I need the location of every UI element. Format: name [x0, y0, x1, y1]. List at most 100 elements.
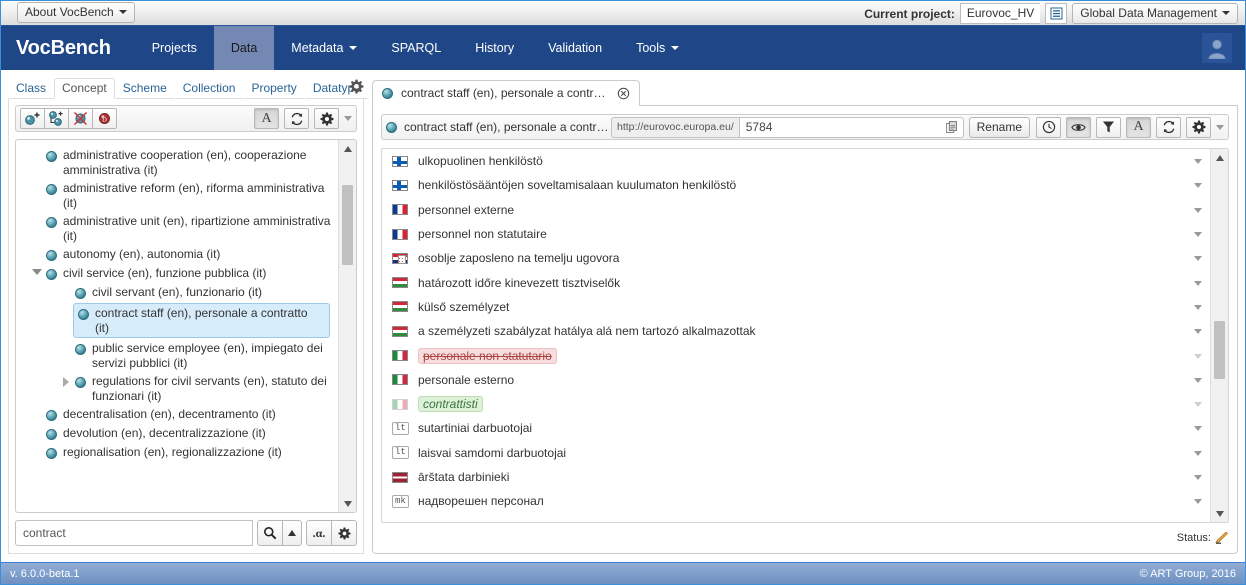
value-row[interactable]: mk надворешен персонал	[382, 489, 1210, 513]
show-labels-button[interactable]: A	[254, 108, 279, 129]
tree-node-selected[interactable]: contract staff (en), personale a contrat…	[16, 302, 334, 339]
value-row[interactable]: ārštata darbinieki	[382, 465, 1210, 489]
scroll-down-button[interactable]	[339, 495, 356, 512]
value-row-menu-caret-down-icon[interactable]	[1194, 232, 1202, 238]
tree-overflow-caret-down-icon[interactable]	[344, 116, 352, 121]
value-row-menu-caret-down-icon[interactable]	[1194, 183, 1202, 189]
refresh-button[interactable]	[1156, 116, 1181, 138]
tab-concept[interactable]: Concept	[54, 78, 115, 99]
value-row[interactable]: lt sutartiniai darbuotojai	[382, 416, 1210, 440]
global-data-management-button[interactable]: Global Data Management	[1072, 3, 1238, 24]
values-scrollbar[interactable]	[1210, 149, 1228, 522]
brand-logo[interactable]: VocBench	[0, 26, 135, 70]
resource-tab[interactable]: contract staff (en), personale a contr…	[372, 80, 640, 107]
search-button[interactable]	[257, 520, 283, 546]
value-row[interactable]: osoblje zaposleno na temelju ugovora	[382, 246, 1210, 270]
tree-node[interactable]: administrative unit (en), ripartizione a…	[16, 212, 338, 245]
value-row-deprecated[interactable]: personale non statutario	[382, 343, 1210, 367]
value-row-menu-caret-down-icon[interactable]	[1194, 159, 1202, 165]
value-row[interactable]: határozott időre kinevezett tisztviselők	[382, 270, 1210, 294]
value-row-menu-caret-down-icon[interactable]	[1194, 329, 1202, 335]
copy-uri-icon[interactable]	[945, 120, 958, 138]
tree-node[interactable]: regionalisation (en), regionalizzazione …	[16, 443, 338, 462]
advanced-search-toggle[interactable]	[282, 520, 302, 546]
resource-tabs: contract staff (en), personale a contr…	[372, 78, 1238, 107]
delete-concept-button[interactable]	[68, 108, 93, 129]
tree-node[interactable]: decentralisation (en), decentramento (it…	[16, 405, 338, 424]
scroll-down-button[interactable]	[1211, 505, 1228, 522]
value-row-proposed[interactable]: contrattisti	[382, 392, 1210, 416]
nav-item-history[interactable]: History	[458, 26, 531, 70]
nav-item-metadata[interactable]: Metadata	[274, 26, 374, 70]
value-row-menu-caret-down-icon[interactable]	[1194, 256, 1202, 262]
scrollbar-thumb[interactable]	[342, 185, 353, 265]
value-row[interactable]: ulkopuolinen henkilöstö	[382, 149, 1210, 173]
value-row-menu-caret-down-icon[interactable]	[1194, 280, 1202, 286]
value-row[interactable]: personnel externe	[382, 198, 1210, 222]
value-row[interactable]: lt laisvai samdomi darbuotojai	[382, 441, 1210, 465]
concept-sphere-icon	[44, 444, 58, 459]
tabs-settings-button[interactable]	[349, 79, 364, 97]
tree-settings-button[interactable]	[314, 108, 339, 129]
about-vocbench-button[interactable]: About VocBench	[17, 2, 135, 23]
tree-node[interactable]: administrative cooperation (en), coopera…	[16, 146, 338, 179]
scrollbar-thumb[interactable]	[1214, 321, 1225, 379]
tab-collection[interactable]: Collection	[174, 78, 244, 99]
search-input[interactable]	[15, 520, 253, 546]
value-row[interactable]: külső személyzet	[382, 295, 1210, 319]
project-picker-icon[interactable]	[1045, 3, 1068, 24]
tree-expand-toggle[interactable]	[30, 265, 44, 275]
resource-tab-close-button[interactable]	[617, 87, 630, 100]
nav-item-data[interactable]: Data	[213, 26, 275, 70]
filter-button[interactable]	[1096, 116, 1121, 138]
tree-node[interactable]: civil service (en), funzione pubblica (i…	[16, 264, 338, 283]
value-row-menu-caret-down-icon[interactable]	[1194, 353, 1202, 359]
rename-button[interactable]: Rename	[968, 116, 1030, 138]
uri-local-name[interactable]: 5784	[738, 116, 964, 138]
tree-expand-toggle[interactable]	[59, 373, 73, 387]
nav-item-validation[interactable]: Validation	[531, 26, 619, 70]
tree-node[interactable]: public service employee (en), impiegato …	[16, 339, 338, 372]
tab-property[interactable]: Property	[243, 78, 305, 99]
value-row[interactable]: personnel non statutaire	[382, 222, 1210, 246]
value-row-menu-caret-down-icon[interactable]	[1194, 475, 1202, 480]
history-button[interactable]	[1036, 116, 1061, 138]
tree-node[interactable]: administrative reform (en), riforma ammi…	[16, 179, 338, 212]
value-row-menu-caret-down-icon[interactable]	[1194, 377, 1202, 383]
labels-button[interactable]: A	[1126, 116, 1151, 138]
tree-node[interactable]: civil servant (en), funzionario (it)	[16, 283, 338, 302]
resource-overflow-caret-down-icon[interactable]	[1216, 124, 1224, 130]
scroll-up-button[interactable]	[1211, 149, 1228, 166]
settings-button[interactable]	[1186, 116, 1211, 138]
nav-item-projects[interactable]: Projects	[135, 26, 214, 70]
scroll-up-button[interactable]	[339, 140, 356, 157]
tab-scheme[interactable]: Scheme	[114, 78, 175, 99]
preview-button[interactable]	[1066, 116, 1091, 138]
tree-node[interactable]: autonomy (en), autonomia (it)	[16, 245, 338, 264]
deprecate-concept-button[interactable]: D	[92, 108, 117, 129]
nav-item-sparql[interactable]: SPARQL	[374, 26, 458, 70]
create-concept-button[interactable]	[20, 108, 45, 129]
value-row-menu-caret-down-icon[interactable]	[1194, 304, 1202, 310]
nav-item-tools[interactable]: Tools	[619, 26, 696, 70]
value-row-menu-caret-down-icon[interactable]	[1194, 402, 1202, 408]
value-row-menu-caret-down-icon[interactable]	[1194, 207, 1202, 213]
tree-node-selection-highlight: contract staff (en), personale a contrat…	[73, 303, 330, 338]
search-settings-button[interactable]	[331, 520, 357, 546]
tab-class[interactable]: Class	[8, 78, 55, 99]
value-row-menu-caret-down-icon[interactable]	[1194, 450, 1202, 456]
tree-node[interactable]: devolution (en), decentralizzazione (it)	[16, 424, 338, 443]
status-pen-icon[interactable]	[1215, 532, 1229, 544]
tree-node[interactable]: regulations for civil servants (en), sta…	[16, 372, 338, 405]
tree-scrollbar[interactable]	[338, 140, 356, 512]
avatar[interactable]	[1202, 33, 1232, 63]
value-row-menu-caret-down-icon[interactable]	[1194, 499, 1202, 505]
search-language-button[interactable]: .α.	[306, 520, 332, 546]
resource-view-options: A	[1036, 116, 1224, 138]
value-row[interactable]: a személyzeti szabályzat hatálya alá nem…	[382, 319, 1210, 343]
refresh-tree-button[interactable]	[284, 108, 309, 129]
value-row[interactable]: henkilöstösääntöjen soveltamisalaan kuul…	[382, 173, 1210, 197]
value-row[interactable]: personale esterno	[382, 368, 1210, 392]
create-narrower-button[interactable]	[44, 108, 69, 129]
value-row-menu-caret-down-icon[interactable]	[1194, 426, 1202, 432]
